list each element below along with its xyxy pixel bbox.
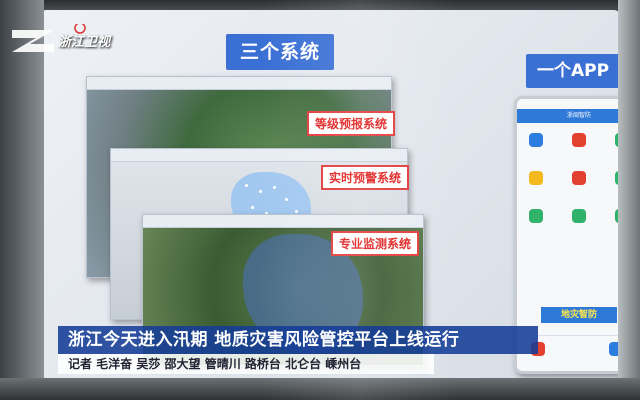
app-icon [572, 133, 586, 147]
system-label: 实时预警系统 [321, 165, 410, 190]
window-titlebar [143, 215, 423, 228]
app-icon [572, 209, 586, 223]
screen-bezel-left [0, 0, 44, 400]
systems-title: 三个系统 [226, 34, 334, 70]
window-titlebar [111, 149, 407, 162]
app-icon [529, 171, 543, 185]
system-label: 等级预报系统 [307, 111, 396, 136]
photo: 三个系统 一个APP 等级预报系统 实时预警系统 专业监测系统 浙闽智防 地灾智… [0, 0, 640, 400]
screen-bezel-right [618, 0, 640, 400]
screen-bezel-bottom [0, 378, 640, 400]
channel-logo-text: 浙江卫视 [58, 35, 111, 50]
phone-main-button[interactable]: 地灾智防 [541, 307, 617, 323]
app-icon [529, 209, 543, 223]
app-title: 一个APP [526, 54, 620, 88]
news-headline: 浙江今天进入汛期 地质灾害风险管控平台上线运行 [58, 326, 538, 354]
app-icon [529, 133, 543, 147]
app-icon [572, 171, 586, 185]
window-titlebar [87, 77, 391, 90]
system-label: 专业监测系统 [331, 231, 420, 256]
news-credits: 记者 毛洋奋 吴莎 邵大望 管晴川 路桥台 北仑台 嵊州台 [58, 354, 434, 374]
